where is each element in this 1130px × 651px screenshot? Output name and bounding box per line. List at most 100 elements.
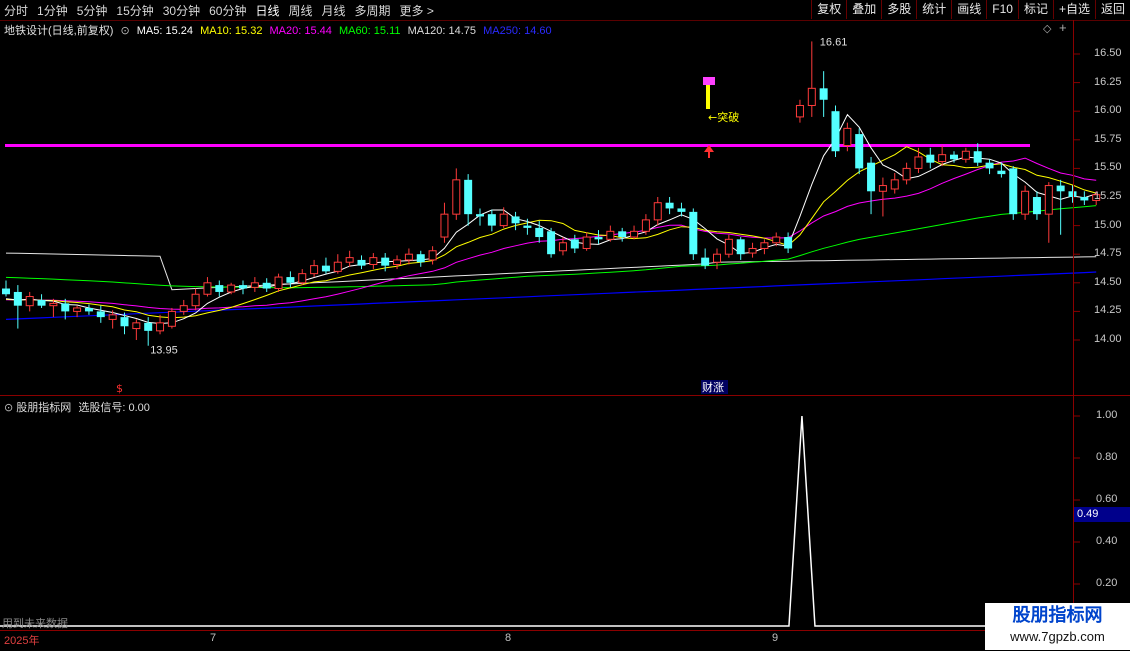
price-tick: 15.75 [1094, 132, 1122, 145]
candle-body-up [772, 236, 781, 244]
candle-body-down [997, 170, 1006, 175]
candle-body-up [914, 156, 923, 169]
pane-divider [0, 395, 1130, 396]
candle-body-down [736, 239, 745, 255]
indicator-tick: 0.60 [1096, 493, 1118, 505]
candle-body-up [807, 87, 816, 106]
candle-body-down [286, 277, 295, 283]
candle-body-up [902, 167, 911, 181]
price-tick: 16.50 [1094, 47, 1122, 59]
date-sep: 9 [772, 632, 779, 644]
candle-body-up [191, 293, 200, 307]
candle-body-up [724, 238, 733, 255]
ma120-line [5, 252, 1097, 291]
candle-body-down [594, 237, 603, 240]
candle-body-down [547, 231, 556, 255]
candle-body-down [13, 291, 22, 306]
candle-body-down [464, 179, 473, 215]
candle-body-down [321, 265, 330, 272]
price-tick: 16.00 [1094, 104, 1122, 117]
candle-body-down [37, 299, 46, 306]
candle-body-up [630, 230, 639, 238]
candle-body-up [156, 322, 165, 332]
candle-body-up [428, 250, 437, 261]
candle-body-up [653, 202, 662, 221]
candle-body-down [381, 257, 390, 266]
candle-body-up [558, 242, 567, 252]
price-tick: 16.25 [1094, 75, 1122, 88]
candle-body-down [867, 162, 876, 192]
candle-body-down [61, 303, 70, 312]
candle-body-up [795, 104, 804, 118]
candle-body-down [523, 225, 532, 228]
price-tick: 14.25 [1094, 304, 1122, 317]
candle-body-up [748, 247, 757, 254]
high-label: 16.61 [820, 36, 848, 48]
candle-body-down [926, 154, 935, 163]
candle-body-up [1021, 190, 1030, 215]
kline-chart[interactable]: 16.61 13.95 ←突破 $ 财涨 [0, 0, 1130, 650]
candle-body-up [890, 179, 899, 190]
candle-body-up [203, 282, 212, 295]
candle-body-up [641, 219, 650, 232]
candle-body-up [938, 154, 947, 163]
candle-body-up [132, 322, 141, 330]
candle-body-up [274, 276, 283, 290]
candle-body-down [985, 162, 994, 169]
date-axis [0, 630, 1130, 651]
watermark-title: 股朋指标网 [1012, 605, 1103, 625]
candle-body-up [1044, 185, 1053, 215]
price-tick: 14.50 [1094, 275, 1122, 288]
price-tick: 15.00 [1094, 218, 1122, 231]
indicator-tick: 1.00 [1096, 409, 1118, 421]
indicator-header: ⊙ 股朋指标网 选股信号: 0.00 [4, 399, 150, 415]
candle-body-up [878, 185, 887, 192]
indicator-title[interactable]: 股朋指标网 [16, 402, 71, 414]
candle-body-up [298, 273, 307, 284]
date-year: 2025年 [4, 635, 40, 647]
candle-body-down [511, 216, 520, 224]
candle-body-down [239, 285, 247, 289]
indicator-toggle-icon[interactable]: ⊙ [4, 402, 13, 414]
candle-body-up [961, 150, 970, 160]
candle-body-up [25, 296, 34, 307]
candle-body-down [120, 317, 129, 327]
candle-body-up [310, 265, 319, 275]
candle-body-up [393, 259, 402, 265]
date-jul: 7 [210, 632, 217, 644]
candle-body-down [84, 307, 93, 312]
watermark-logo: 股朋指标网 www.7gpzb.com [985, 603, 1130, 650]
candle-body-up [582, 236, 591, 249]
candle-body-up [49, 302, 58, 307]
candle-body-down [701, 257, 710, 266]
signal-flag [703, 77, 715, 85]
price-tick: 15.50 [1094, 161, 1122, 174]
candle-body-up [179, 305, 188, 312]
candle-body-up [73, 307, 82, 312]
watermark-url: www.7gpzb.com [1010, 629, 1105, 644]
price-tick: 15.25 [1094, 190, 1122, 202]
candle-body-down [144, 322, 153, 331]
indicator-tick: 0.20 [1096, 577, 1118, 589]
candle-body-down [1032, 197, 1041, 215]
finance-tag: 财涨 [702, 380, 724, 394]
candle-body-down [950, 154, 958, 160]
indicator-tick: 0.80 [1096, 451, 1118, 463]
candle-body-down [831, 111, 840, 152]
candle-body-up [713, 253, 721, 263]
candle-body-down [570, 239, 579, 249]
candle-body-up [606, 230, 615, 240]
candle-body-down [819, 88, 828, 100]
candle-body-down [535, 227, 544, 238]
candle-body-up [250, 282, 259, 288]
candle-body-down [784, 237, 793, 249]
price-tick: 14.75 [1094, 247, 1122, 260]
candle-body-down [215, 285, 224, 292]
indicator-tick: 0.40 [1096, 535, 1118, 547]
candle-body-up [440, 213, 449, 238]
candle-body-down [689, 211, 698, 255]
signal-bar [706, 85, 710, 109]
breakout-label: ←突破 [708, 110, 739, 124]
future-data-note: 用到未来数据 [2, 618, 68, 630]
price-axis-divider [1073, 20, 1074, 630]
